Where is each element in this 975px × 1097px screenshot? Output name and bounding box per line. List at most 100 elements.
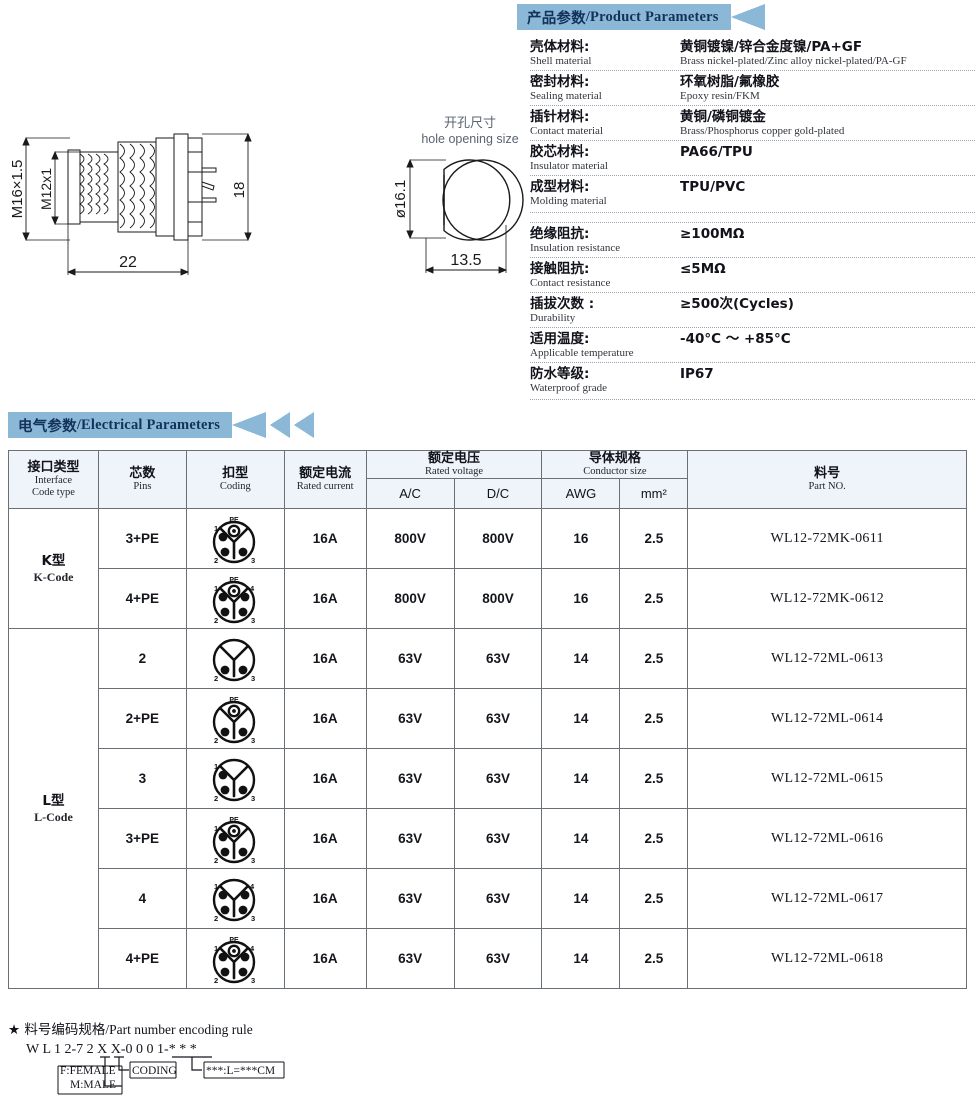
table-row: 2+PE 2 3 PE 16A 63V 63V 14 2.5 WL12-72ML-0614 <box>9 688 967 749</box>
pins-cell: 4+PE <box>97 568 187 629</box>
spec-row: 防水等级: Waterproof grade IP67 <box>530 362 975 397</box>
pin-layout-4pe: 1 2 3 4 PE <box>213 577 256 625</box>
table-row: 3+PE 1 2 3 PE 16A 63V 63V 14 2.5 WL12-72ML-0616 <box>9 808 967 869</box>
material-label: 插针材料: Contact material <box>530 109 680 138</box>
spec-label-cn: 防水等级: <box>530 366 590 382</box>
part-number-cell: WL12-72MK-0612 <box>687 568 967 629</box>
chevron-icon <box>232 412 267 438</box>
material-row: 胶芯材料: Insulator material PA66/TPU <box>530 140 975 175</box>
pins-cell: 2+PE <box>97 688 187 749</box>
encoding-note-coding: CODING <box>132 1065 177 1077</box>
part-number-cell: WL12-72ML-0614 <box>687 688 967 749</box>
header-mm2: mm² <box>619 478 689 509</box>
encoding-rule-diagram: W L 1 2-7 2 X X-0 0 0 1-* * * F:FEMALE M… <box>26 1042 285 1095</box>
coding-cell: 1 2 3 PE <box>185 508 285 569</box>
material-value: 环氧树脂/氟橡胶 Epoxy resin/FKM <box>680 74 975 103</box>
table-row: 4+PE 1 2 3 4 PE 16A 800V 800V 16 2.5 WL12-72MK-061… <box>9 568 967 629</box>
svg-text:1: 1 <box>214 944 218 953</box>
material-label: 密封材料: Sealing material <box>530 74 680 103</box>
spec-label-cn: 插拔次数 : <box>530 296 595 312</box>
svg-text:4: 4 <box>250 882 255 891</box>
pins-cell: 4 <box>97 868 187 929</box>
spec-label-cn: 接触阻抗: <box>530 261 590 277</box>
material-parameters-list: 壳体材料: Shell material 黄铜镀镍/锌合金度镍/PA+GF Br… <box>530 36 975 213</box>
coding-cell: 1 2 3 4 PE <box>185 568 285 629</box>
mm2-cell: 2.5 <box>619 508 689 569</box>
encoding-note-male: M:MALE <box>70 1079 116 1091</box>
dim-flat-label: 13.5 <box>450 252 481 269</box>
pins-cell: 3+PE <box>97 508 187 569</box>
pins-cell: 2 <box>97 628 187 689</box>
spec-value: ≥100MΩ <box>680 226 975 242</box>
electrical-parameters-banner-label: 电气参数 / Electrical Parameters <box>8 412 233 438</box>
spec-value: IP67 <box>680 366 975 382</box>
svg-text:1: 1 <box>214 524 218 533</box>
svg-text:PE: PE <box>230 577 240 584</box>
spec-value-text: ≤5MΩ <box>680 261 726 277</box>
svg-text:3: 3 <box>251 674 255 683</box>
awg-cell: 16 <box>541 568 621 629</box>
svg-text:3: 3 <box>251 736 255 745</box>
spec-value: ≤5MΩ <box>680 261 975 277</box>
material-row: 插针材料: Contact material 黄铜/磷铜镀金 Brass/Pho… <box>530 105 975 140</box>
pin-layout-4: 1 2 3 4 <box>213 878 256 923</box>
svg-text:2: 2 <box>214 914 218 923</box>
dim-length-label: 22 <box>119 254 137 271</box>
svg-text:3: 3 <box>251 556 255 565</box>
encoding-note-female: F:FEMALE <box>60 1065 116 1077</box>
spec-value-text: IP67 <box>680 366 714 382</box>
part-number-cell: WL12-72ML-0615 <box>687 748 967 809</box>
mm2-cell: 2.5 <box>619 568 689 629</box>
pin-layout-2pe: 2 3 PE <box>213 697 256 745</box>
part-number-encoding-rule: ★ 料号编码规格/Part number encoding rule W L 1… <box>8 1018 608 1097</box>
material-row: 成型材料: Molding material TPU/PVC <box>530 175 975 210</box>
leader-line-length <box>191 1057 202 1071</box>
spec-label: 接触阻抗: Contact resistance <box>530 261 680 290</box>
mm2-cell: 2.5 <box>619 868 689 929</box>
spec-label-en: Durability <box>530 312 576 324</box>
header-rated-current: 额定电流 Rated current <box>283 450 367 509</box>
product-parameters-banner: 产品参数 / Product Parameters <box>517 4 765 30</box>
svg-text:PE: PE <box>230 937 240 944</box>
encoding-rule-title-en: Part number encoding rule <box>109 1022 253 1037</box>
header-awg: AWG <box>541 478 621 509</box>
table-row: K型 K-Code 3+PE 1 2 3 PE 16A 800V 800V 16 2.5 WL12… <box>8 508 967 629</box>
voltage-ac-cell: 63V <box>365 808 455 869</box>
part-number-cell: WL12-72ML-0617 <box>687 868 967 929</box>
spec-row: 接触阻抗: Contact resistance ≤5MΩ <box>530 257 975 292</box>
pins-cell: 3 <box>97 748 187 809</box>
coding-cell: 1 2 3 <box>185 748 285 809</box>
header-conductor-size: 导体规格 Conductor size <box>541 450 689 479</box>
pin-layout-3pe: 1 2 3 PE <box>213 817 256 865</box>
awg-cell: 14 <box>541 688 621 749</box>
rated-current-cell: 16A <box>283 808 367 869</box>
material-value-cn: 黄铜镀镍/锌合金度镍/PA+GF <box>680 39 863 55</box>
material-value-cn: 黄铜/磷铜镀金 <box>680 109 766 125</box>
material-label: 壳体材料: Shell material <box>530 39 680 68</box>
header-coding: 扣型 Coding <box>185 450 285 509</box>
voltage-dc-cell: 63V <box>453 868 543 929</box>
divider <box>530 212 975 213</box>
interface-code-en: L-Code <box>34 809 73 824</box>
material-label-en: Insulator material <box>530 160 608 172</box>
spec-label-en: Contact resistance <box>530 277 611 289</box>
voltage-dc-cell: 63V <box>453 928 543 989</box>
material-label-cn: 胶芯材料: <box>530 144 590 160</box>
electrical-parameters-table: 接口类型 Interface Code type 芯数 Pins 扣型 Codi… <box>8 450 967 989</box>
encoding-note-length: ***:L=***CM <box>206 1065 275 1077</box>
electrical-parameters-banner: 电气参数 / Electrical Parameters <box>8 412 315 438</box>
mm2-cell: 2.5 <box>619 808 689 869</box>
pin-layout-3pe: 1 2 3 PE <box>213 517 256 565</box>
datasheet-page: 产品参数 / Product Parameters M16×1.5 M12x1 … <box>0 0 975 1097</box>
svg-text:2: 2 <box>214 794 218 803</box>
electrical-parameters-title-cn: 电气参数 <box>18 418 77 435</box>
mm2-cell: 2.5 <box>619 628 689 689</box>
svg-text:3: 3 <box>251 856 255 865</box>
spec-label: 绝缘阻抗: Insulation resistance <box>530 226 680 255</box>
voltage-ac-cell: 63V <box>365 628 455 689</box>
rated-current-cell: 16A <box>283 868 367 929</box>
material-row: 密封材料: Sealing material 环氧树脂/氟橡胶 Epoxy re… <box>530 70 975 105</box>
spec-label-en: Insulation resistance <box>530 242 621 254</box>
material-label-en: Shell material <box>530 55 592 67</box>
material-row: 壳体材料: Shell material 黄铜镀镍/锌合金度镍/PA+GF Br… <box>530 36 975 70</box>
